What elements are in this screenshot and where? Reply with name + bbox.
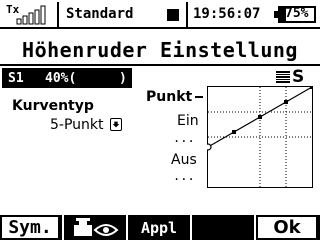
clock: 19:56:07 <box>193 6 261 22</box>
status-divider <box>186 2 188 27</box>
ok-button[interactable]: Ok <box>256 215 320 240</box>
ein-value[interactable]: ... <box>173 131 195 145</box>
curve-type-label: Kurventyp <box>12 98 94 114</box>
mode-letter: S <box>292 67 305 87</box>
mode-lines-icon <box>276 71 290 83</box>
point-label: Punkt <box>146 89 193 105</box>
battery-percent: 75% <box>285 6 309 21</box>
ein-label: Ein <box>177 113 199 129</box>
switch-label[interactable]: S1 <box>8 71 24 86</box>
sym-button-label: Sym. <box>2 217 58 238</box>
page-title: Höhenruder Einstellung <box>22 38 298 62</box>
stop-square-icon <box>167 9 179 21</box>
signal-strength-icon <box>16 5 46 25</box>
curve-point[interactable] <box>310 86 313 89</box>
dropdown-arrow-icon[interactable] <box>110 118 122 131</box>
point-value-dash <box>195 96 203 98</box>
empty-softkey[interactable] <box>192 215 254 240</box>
curve-point[interactable] <box>232 130 236 134</box>
aus-label: Aus <box>171 152 197 168</box>
curve-point[interactable] <box>284 100 288 104</box>
curve-point[interactable] <box>258 115 262 119</box>
servo-eye-icon <box>74 218 119 236</box>
title-divider <box>0 64 320 66</box>
switch-value[interactable]: 40%( <box>45 71 76 86</box>
appl-button[interactable]: Appl <box>128 215 190 240</box>
curve-type-value[interactable]: 5-Punkt <box>50 117 104 133</box>
sym-button[interactable]: Sym. <box>0 215 62 240</box>
model-name: Standard <box>66 6 134 22</box>
servo-view-button[interactable] <box>64 215 126 240</box>
switch-value-close: ) <box>119 71 127 86</box>
appl-button-label: Appl <box>140 218 178 237</box>
curve-graph <box>207 86 313 188</box>
status-divider <box>57 2 59 27</box>
aus-value[interactable]: ... <box>173 169 195 183</box>
curve-point-selected[interactable] <box>207 143 212 151</box>
ok-button-label: Ok <box>258 217 316 238</box>
